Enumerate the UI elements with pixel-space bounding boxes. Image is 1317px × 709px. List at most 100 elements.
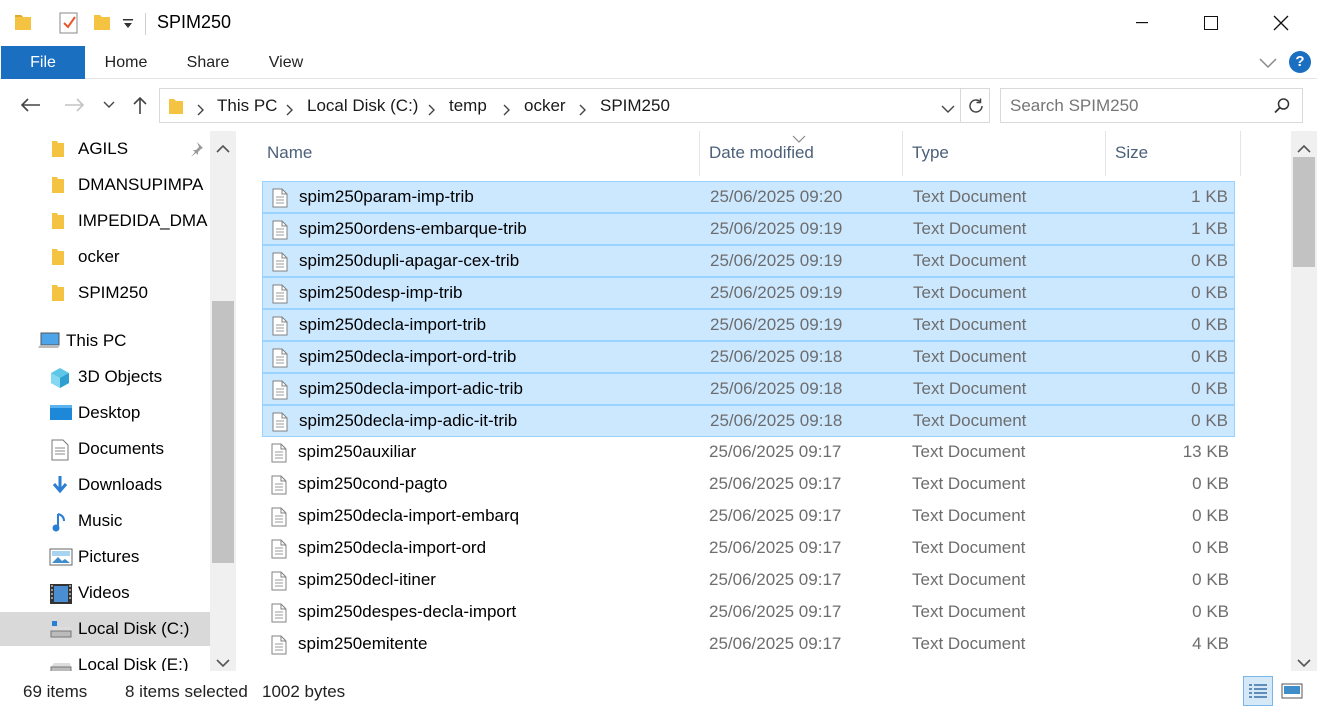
file-row[interactable]: spim250ordens-embarque-trib 25/06/2025 09… (262, 213, 1235, 245)
pin-icon[interactable] (188, 141, 204, 162)
nav-item-videos[interactable]: Videos (0, 576, 210, 610)
file-date-modified: 25/06/2025 09:17 (709, 570, 842, 589)
nav-item-label: AGILS (78, 139, 129, 158)
file-size: 0 KB (1191, 283, 1228, 302)
nav-item-pictures[interactable]: Pictures (0, 540, 210, 574)
address-dropdown-icon[interactable] (941, 99, 955, 119)
scroll-down-icon[interactable] (1297, 653, 1311, 673)
chevron-right-icon[interactable] (197, 101, 205, 121)
nav-item-this-pc[interactable]: This PC (0, 324, 210, 358)
column-label: Size (1115, 143, 1149, 162)
column-label: Date modified (709, 143, 814, 162)
search-icon[interactable] (1273, 97, 1291, 120)
file-name: spim250decla-import-embarq (298, 506, 520, 525)
file-row[interactable]: spim250decl-itiner 25/06/2025 09:17 Text D… (262, 565, 1235, 597)
file-name: spim250dupli-apagar-cex-trib (299, 251, 520, 270)
chevron-right-icon[interactable] (428, 101, 436, 121)
file-row[interactable]: spim250decla-import-embarq 25/06/2025 09:… (262, 501, 1235, 533)
chevron-right-icon[interactable] (579, 101, 587, 121)
properties-icon[interactable] (58, 12, 80, 39)
maximize-button[interactable] (1176, 0, 1246, 46)
nav-item-music[interactable]: Music (0, 504, 210, 538)
close-button[interactable] (1246, 0, 1316, 46)
tab-share[interactable]: Share (178, 46, 238, 79)
file-row[interactable]: spim250decla-import-ord-trib 25/06/2025 0… (262, 341, 1235, 373)
expand-ribbon-icon[interactable] (1258, 54, 1278, 74)
file-row[interactable]: spim250decla-imp-adic-it-trib 25/06/2025 … (262, 405, 1235, 437)
text-document-icon (271, 475, 287, 500)
tab-home[interactable]: Home (96, 46, 156, 79)
new-folder-icon[interactable] (93, 12, 111, 37)
nav-item-desktop[interactable]: Desktop (0, 396, 210, 430)
customize-toolbar-icon[interactable] (122, 16, 134, 36)
tab-file[interactable]: File (1, 46, 85, 79)
address-bar[interactable]: This PC Local Disk (C:) temp ocker SPIM2… (159, 88, 990, 123)
file-row[interactable]: spim250decla-import-adic-trib 25/06/2025 … (262, 373, 1235, 405)
nav-item-label: Local Disk (C:) (78, 619, 190, 638)
column-header-date-modified[interactable]: Date modified (700, 131, 903, 176)
column-header-type[interactable]: Type (903, 131, 1106, 176)
breadcrumb-this-pc[interactable]: This PC (217, 96, 277, 116)
text-document-icon (272, 220, 288, 245)
breadcrumb-local-disk[interactable]: Local Disk (C:) (307, 96, 418, 116)
minimize-button[interactable] (1107, 0, 1177, 46)
up-button[interactable] (126, 79, 154, 131)
back-button[interactable] (14, 79, 46, 131)
column-header-name[interactable]: Name (262, 131, 700, 176)
file-row[interactable]: spim250decla-import-ord 25/06/2025 09:17 T… (262, 533, 1235, 565)
file-row[interactable]: spim250despes-decla-import 25/06/2025 09:… (262, 597, 1235, 629)
forward-button[interactable] (59, 79, 91, 131)
computer-icon (37, 331, 60, 351)
nav-item-local-disk-c[interactable]: Local Disk (C:) (0, 612, 210, 646)
nav-item-agils[interactable]: AGILS (0, 132, 210, 166)
file-row[interactable]: spim250auxiliar 25/06/2025 09:17 Text Docu… (262, 437, 1235, 469)
help-button[interactable]: ? (1289, 51, 1311, 73)
file-type: Text Document (913, 187, 1027, 206)
details-view-button[interactable] (1243, 676, 1273, 706)
nav-item-local-disk-e[interactable]: Local Disk (E:) (0, 648, 210, 671)
file-size: 0 KB (1191, 347, 1228, 366)
file-name: spim250despes-decla-import (298, 602, 517, 621)
file-type: Text Document (913, 219, 1027, 238)
column-header-size[interactable]: Size (1106, 131, 1241, 176)
file-list-scrollbar[interactable] (1291, 131, 1317, 671)
breadcrumb-temp[interactable]: temp (449, 96, 487, 116)
tab-view[interactable]: View (258, 46, 314, 79)
large-icons-view-button[interactable] (1277, 676, 1307, 706)
recent-locations-button[interactable] (100, 79, 118, 131)
refresh-button[interactable] (960, 89, 990, 122)
scrollbar-thumb[interactable] (1293, 157, 1315, 267)
folder-icon (14, 12, 32, 37)
nav-item-dmansupimpa[interactable]: DMANSUPIMPA (0, 168, 210, 202)
scroll-up-icon[interactable] (216, 139, 230, 159)
scrollbar-thumb[interactable] (212, 301, 234, 563)
nav-item-label: Local Disk (E:) (78, 655, 189, 671)
chevron-right-icon[interactable] (503, 101, 511, 121)
file-row[interactable]: spim250emitente 25/06/2025 09:17 Text Docu… (262, 629, 1235, 661)
nav-item-3d-objects[interactable]: 3D Objects (0, 360, 210, 394)
breadcrumb-spim250[interactable]: SPIM250 (600, 96, 670, 116)
window-title: SPIM250 (157, 12, 232, 32)
nav-item-spim250[interactable]: SPIM250 (0, 276, 210, 310)
nav-item-documents[interactable]: Documents (0, 432, 210, 466)
search-input[interactable] (1010, 94, 1265, 118)
navigation-scrollbar[interactable] (210, 131, 236, 671)
nav-item-downloads[interactable]: Downloads (0, 468, 210, 502)
file-row[interactable]: spim250desp-imp-trib 25/06/2025 09:19 Text… (262, 277, 1235, 309)
search-box[interactable] (1000, 88, 1303, 123)
nav-item-impedida-dma[interactable]: IMPEDIDA_DMA (0, 204, 210, 238)
scroll-up-icon[interactable] (1297, 139, 1311, 159)
nav-item-ocker[interactable]: ocker (0, 240, 210, 274)
file-date-modified: 25/06/2025 09:17 (709, 474, 842, 493)
file-row[interactable]: spim250param-imp-trib 25/06/2025 09:20 Tex… (262, 181, 1235, 213)
file-size: 1 KB (1191, 219, 1228, 238)
scroll-down-icon[interactable] (216, 653, 230, 671)
breadcrumb-ocker[interactable]: ocker (524, 96, 566, 116)
file-size: 0 KB (1192, 602, 1229, 621)
navigation-pane: AGILS DMANSUPIMPA IMPEDIDA_DMA ocker SPI… (0, 131, 236, 671)
file-row[interactable]: spim250dupli-apagar-cex-trib 25/06/2025 0… (262, 245, 1235, 277)
nav-item-label: Pictures (78, 547, 140, 566)
file-row[interactable]: spim250decla-import-trib 25/06/2025 09:19… (262, 309, 1235, 341)
chevron-right-icon[interactable] (286, 101, 294, 121)
file-row[interactable]: spim250cond-pagto 25/06/2025 09:17 Text Do… (262, 469, 1235, 501)
